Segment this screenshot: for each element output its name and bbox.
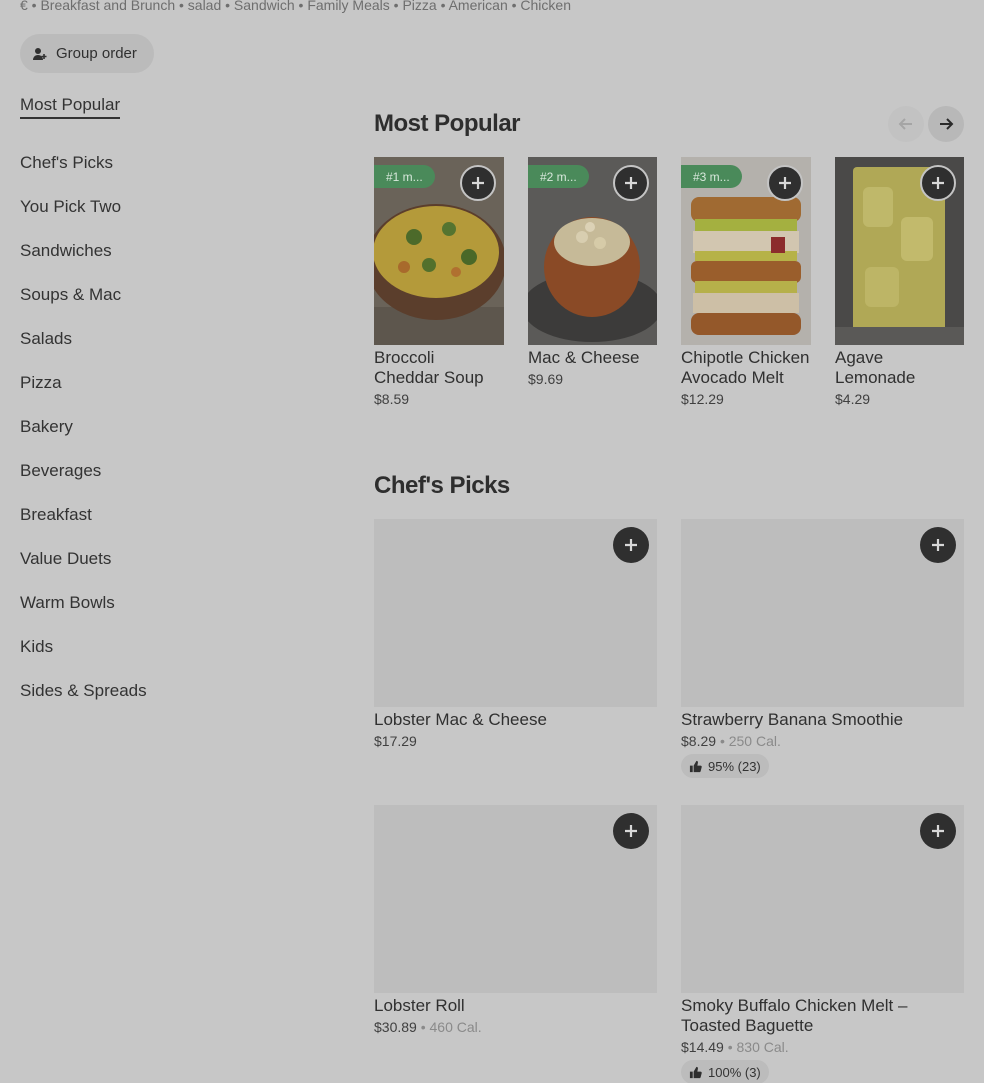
menu-item-card[interactable]: Lobster Mac & Cheese $17.29 <box>374 519 657 749</box>
sidebar-item-kids[interactable]: Kids <box>20 625 320 669</box>
add-button[interactable] <box>920 527 956 563</box>
rating-badge: 95% (23) <box>681 754 769 778</box>
plus-icon <box>625 177 637 189</box>
item-name: Strawberry Banana Smoothie <box>681 710 904 729</box>
item-price: $12.29 <box>681 391 724 407</box>
item-price: $17.29 <box>374 733 417 749</box>
menu-item-card[interactable]: Smoky Buffalo Chicken Melt – Toasted Bag… <box>681 805 964 1083</box>
sidebar-item-sides-spreads[interactable]: Sides & Spreads <box>20 669 320 713</box>
sidebar-item-salads[interactable]: Salads <box>20 317 320 361</box>
sidebar-item-chefs-picks[interactable]: Chef's Picks <box>20 141 320 185</box>
add-button[interactable] <box>767 165 803 201</box>
item-photo-mac-cheese: #2 m... <box>528 157 657 345</box>
plus-icon <box>932 177 944 189</box>
group-order-button[interactable]: Group order <box>20 34 154 73</box>
sidebar-item-warm-bowls[interactable]: Warm Bowls <box>20 581 320 625</box>
item-photo-placeholder <box>374 805 657 993</box>
category-sidebar: Most Popular Chef's Picks You Pick Two S… <box>20 95 320 713</box>
add-button[interactable] <box>613 813 649 849</box>
item-price: $4.29 <box>835 391 871 407</box>
add-button[interactable] <box>613 527 649 563</box>
rank-badge: #3 m... <box>681 165 742 188</box>
item-name: Agave Lemonade <box>835 348 916 387</box>
sidebar-item-soups-mac[interactable]: Soups & Mac <box>20 273 320 317</box>
menu-item-card[interactable]: #3 m... Chipotle Chicken Avocado Melt $1… <box>681 157 811 407</box>
thumbs-up-icon <box>689 1066 702 1078</box>
item-name: Chipotle Chicken Avocado Melt <box>681 348 810 387</box>
carousel-next-button[interactable] <box>928 106 964 142</box>
item-photo-placeholder <box>681 519 964 707</box>
item-price-line: $8.29 • 250 Cal. <box>681 733 781 749</box>
item-price: $9.69 <box>528 371 564 387</box>
menu-item-card[interactable]: Agave Lemonade $4.29 <box>835 157 964 407</box>
plus-icon <box>625 825 637 837</box>
item-calories: 830 Cal. <box>736 1039 789 1055</box>
add-button[interactable] <box>460 165 496 201</box>
item-price-line: $14.49 • 830 Cal. <box>681 1039 789 1055</box>
rank-badge: #1 m... <box>374 165 435 188</box>
menu-item-card[interactable]: Strawberry Banana Smoothie $8.29 • 250 C… <box>681 519 964 778</box>
item-photo-agave-lemonade <box>835 157 964 345</box>
item-price: $8.59 <box>374 391 410 407</box>
plus-icon <box>779 177 791 189</box>
item-calories: 250 Cal. <box>728 733 781 749</box>
plus-icon <box>625 539 637 551</box>
plus-icon <box>932 539 944 551</box>
rank-badge: #2 m... <box>528 165 589 188</box>
sidebar-item-you-pick-two[interactable]: You Pick Two <box>20 185 320 229</box>
item-name: Mac & Cheese <box>528 348 640 367</box>
plus-icon <box>932 825 944 837</box>
cuisine-tagline: € • Breakfast and Brunch • salad • Sandw… <box>20 0 571 13</box>
add-button[interactable] <box>920 813 956 849</box>
menu-item-card[interactable]: #2 m... Mac & Cheese $9.69 <box>528 157 657 387</box>
sidebar-item-value-duets[interactable]: Value Duets <box>20 537 320 581</box>
item-calories: 460 Cal. <box>429 1019 482 1035</box>
add-button[interactable] <box>613 165 649 201</box>
item-name: Lobster Roll <box>374 996 465 1015</box>
item-price-line: $30.89 • 460 Cal. <box>374 1019 482 1035</box>
item-name: Smoky Buffalo Chicken Melt – Toasted Bag… <box>681 996 908 1035</box>
group-order-label: Group order <box>56 45 137 62</box>
rating-badge: 100% (3) <box>681 1060 769 1083</box>
sidebar-item-pizza[interactable]: Pizza <box>20 361 320 405</box>
plus-icon <box>472 177 484 189</box>
item-price: $30.89 <box>374 1019 417 1035</box>
item-price: $14.49 <box>681 1039 724 1055</box>
item-photo-broccoli-soup: #1 m... <box>374 157 504 345</box>
item-photo-chicken-melt: #3 m... <box>681 157 811 345</box>
chefs-picks-heading: Chef's Picks <box>374 472 510 499</box>
sidebar-item-bakery[interactable]: Bakery <box>20 405 320 449</box>
sidebar-item-beverages[interactable]: Beverages <box>20 449 320 493</box>
arrow-left-icon <box>898 118 912 130</box>
item-name: Lobster Mac & Cheese <box>374 710 547 729</box>
menu-item-card[interactable]: #1 m... Broccoli Cheddar Soup $8.59 <box>374 157 504 407</box>
thumbs-up-icon <box>689 760 702 772</box>
item-name: Broccoli Cheddar Soup <box>374 348 484 387</box>
add-button[interactable] <box>920 165 956 201</box>
sidebar-item-most-popular[interactable]: Most Popular <box>20 95 320 119</box>
carousel-prev-button[interactable] <box>888 106 924 142</box>
add-person-icon <box>33 47 47 60</box>
sidebar-item-sandwiches[interactable]: Sandwiches <box>20 229 320 273</box>
sidebar-item-breakfast[interactable]: Breakfast <box>20 493 320 537</box>
menu-item-card[interactable]: Lobster Roll $30.89 • 460 Cal. <box>374 805 657 1035</box>
most-popular-heading: Most Popular <box>374 110 521 137</box>
item-photo-placeholder <box>681 805 964 993</box>
item-price: $8.29 <box>681 733 717 749</box>
arrow-right-icon <box>940 118 954 130</box>
item-photo-placeholder <box>374 519 657 707</box>
